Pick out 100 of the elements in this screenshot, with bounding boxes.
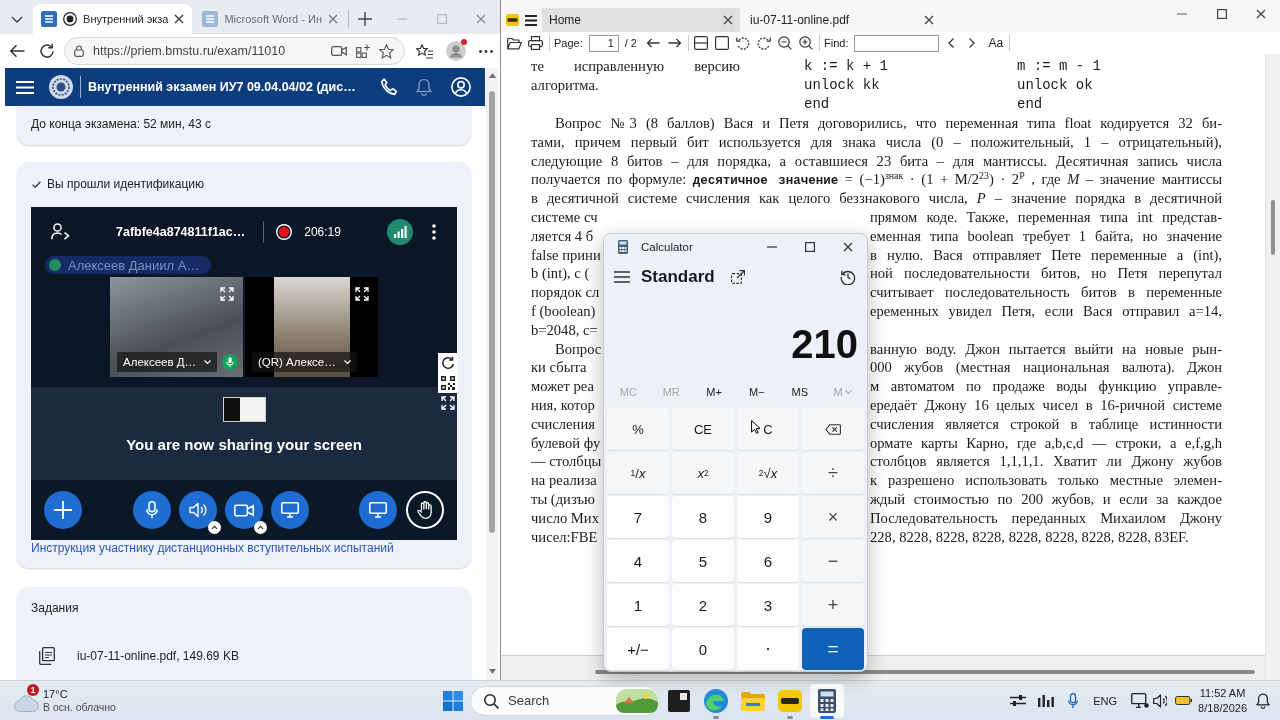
plus-icon[interactable] [358, 12, 373, 26]
digit-key[interactable]: 3 [737, 584, 799, 626]
function-key[interactable]: % [607, 408, 669, 450]
close-icon[interactable] [174, 14, 185, 24]
avatar-icon[interactable] [446, 41, 466, 61]
function-key[interactable]: C [737, 408, 799, 450]
operator-key[interactable]: × [802, 496, 864, 538]
grid-plus-icon[interactable] [356, 44, 370, 58]
digit-key[interactable]: 0 [672, 628, 734, 670]
participant-menu-button[interactable]: Алексеев Д… [117, 352, 218, 372]
digit-key[interactable]: 1 [607, 584, 669, 626]
digit-key[interactable]: 8 [672, 496, 734, 538]
clock-date[interactable]: 8/18/2026 [1198, 700, 1247, 716]
maximize-icon[interactable] [805, 241, 815, 252]
expand-icon[interactable] [220, 287, 234, 301]
monitor-icon[interactable] [1131, 693, 1150, 708]
cloud-icon[interactable] [14, 693, 40, 712]
camera-button[interactable] [225, 491, 263, 529]
star-list-icon[interactable] [416, 43, 433, 59]
scroll-down-icon[interactable] [488, 669, 496, 674]
printer-icon[interactable] [528, 36, 543, 50]
maximize-icon[interactable] [1217, 9, 1227, 19]
speaker-button[interactable] [179, 491, 217, 529]
arrow-right-icon[interactable] [668, 38, 682, 48]
backspace-key[interactable] [802, 408, 864, 450]
chevron-right-icon[interactable] [969, 38, 976, 48]
chevron-down-icon[interactable] [10, 15, 23, 23]
square-icon[interactable] [715, 36, 729, 50]
zoom-out-icon[interactable] [778, 36, 792, 50]
bell-icon[interactable] [1256, 692, 1270, 709]
bar-chart-icon[interactable] [1038, 694, 1055, 707]
close-icon[interactable] [924, 15, 934, 25]
operator-key[interactable]: + [802, 584, 864, 626]
star-icon[interactable] [379, 43, 394, 59]
scrollbar-thumb[interactable] [1271, 200, 1275, 255]
zoom-in-icon[interactable] [799, 36, 813, 50]
more-icon[interactable] [432, 223, 436, 240]
qr-code-icon[interactable] [441, 376, 455, 390]
digit-key[interactable]: 9 [737, 496, 799, 538]
phone-icon[interactable] [380, 78, 398, 96]
address-field[interactable]: https://priem.bmstu.ru/exam/11010 [64, 37, 405, 65]
chevron-left-icon[interactable] [948, 38, 955, 48]
participants-icon[interactable] [51, 223, 70, 240]
find-field[interactable] [854, 34, 940, 52]
arrow-left-icon[interactable] [646, 38, 660, 48]
expand-icon[interactable] [355, 287, 369, 301]
expand-icon[interactable] [441, 396, 455, 410]
back-arrow-icon[interactable] [9, 44, 25, 58]
start-icon[interactable] [443, 690, 463, 711]
temperature[interactable]: 17°C [43, 687, 116, 701]
digit-key[interactable]: 6 [737, 540, 799, 582]
clock-time[interactable]: 11:52 AM [1199, 685, 1246, 701]
microphone-button[interactable] [133, 491, 171, 529]
attachment-link[interactable]: iu-07-11-online.pdf, 149.69 KB [77, 649, 239, 663]
browser-tab[interactable]: Внутренний экза [33, 4, 193, 34]
match-case-button[interactable]: Aa [988, 36, 1004, 50]
account-icon[interactable] [451, 77, 471, 97]
equals-key[interactable]: = [802, 628, 864, 670]
document-tab[interactable]: Home [542, 8, 740, 32]
input-language[interactable]: ENG [1093, 694, 1118, 707]
page-number-field[interactable]: 1 [588, 34, 619, 52]
decimal-point-key[interactable]: . [737, 628, 799, 670]
screen-button[interactable] [271, 491, 309, 529]
minimize-icon[interactable] [767, 245, 777, 248]
speaker-icon[interactable] [1153, 693, 1168, 708]
browser-tab[interactable]: Microsoft Word - Ин [194, 4, 346, 34]
battery-icon[interactable] [1175, 696, 1193, 705]
reload-icon[interactable] [39, 43, 55, 59]
taskbar-app-button[interactable] [809, 683, 844, 718]
digit-key[interactable]: 4 [607, 540, 669, 582]
digit-key[interactable]: +/− [607, 628, 669, 670]
operator-key[interactable]: ÷ [802, 452, 864, 494]
memory-button[interactable]: M+ [692, 380, 736, 404]
microphone-icon[interactable] [1068, 692, 1079, 709]
close-icon[interactable] [723, 15, 733, 25]
caret-up-icon[interactable] [254, 521, 267, 534]
document-tab[interactable]: iu-07-11-online.pdf [743, 8, 941, 32]
more-icon[interactable] [479, 49, 493, 53]
history-icon[interactable] [840, 269, 856, 285]
weather-condition[interactable]: В осн. облачно [43, 700, 116, 714]
rotate-left-icon[interactable] [736, 36, 750, 50]
raise-hand-button[interactable] [406, 491, 444, 529]
menu-icon[interactable] [525, 15, 537, 26]
digit-key[interactable]: 2 [672, 584, 734, 626]
operator-key[interactable]: − [802, 540, 864, 582]
digit-key[interactable]: 5 [672, 540, 734, 582]
close-icon[interactable] [1256, 9, 1266, 19]
caret-up-icon[interactable] [208, 521, 221, 534]
function-key[interactable]: CE [672, 408, 734, 450]
keep-on-top-icon[interactable] [730, 270, 745, 284]
refresh-icon[interactable] [441, 356, 455, 370]
split-square-icon[interactable] [694, 36, 708, 50]
participant-menu-button[interactable]: (QR) Алексе… [252, 352, 357, 372]
rotate-right-icon[interactable] [757, 36, 771, 50]
instructions-link[interactable]: Инструкция участнику дистанционных вступительных испытаний [31, 540, 457, 556]
scroll-up-icon[interactable] [488, 73, 496, 78]
scrollbar-thumb[interactable] [489, 91, 495, 533]
memory-button[interactable]: M− [735, 380, 779, 404]
close-icon[interactable] [843, 241, 853, 252]
folder-icon[interactable] [507, 36, 522, 50]
